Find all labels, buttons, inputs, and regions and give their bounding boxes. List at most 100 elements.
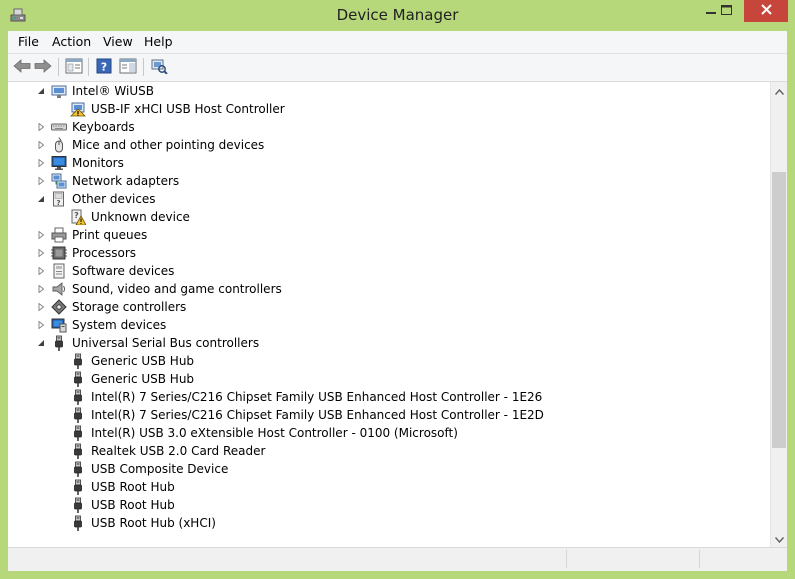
tree-device[interactable]: USB Root Hub bbox=[8, 496, 770, 514]
expand-triangle-icon[interactable] bbox=[36, 230, 46, 240]
help-button[interactable]: ? bbox=[94, 57, 114, 77]
tree-item-label: USB Root Hub bbox=[91, 480, 175, 494]
menu-help[interactable]: Help bbox=[142, 34, 175, 49]
tree-category[interactable]: Software devices bbox=[8, 262, 770, 280]
tree-category[interactable]: Keyboards bbox=[8, 118, 770, 136]
expand-triangle-icon[interactable] bbox=[36, 158, 46, 168]
svg-text:?: ? bbox=[101, 60, 107, 73]
scroll-up-button[interactable] bbox=[771, 82, 787, 99]
tree-item-label: System devices bbox=[72, 318, 167, 332]
tree-device[interactable]: Generic USB Hub bbox=[8, 352, 770, 370]
tree-device[interactable]: Generic USB Hub bbox=[8, 370, 770, 388]
usb-plug-icon bbox=[70, 479, 86, 495]
expand-triangle-icon[interactable] bbox=[36, 284, 46, 294]
tree-category[interactable]: Network adapters bbox=[8, 172, 770, 190]
menu-bar: File Action View Help bbox=[8, 31, 787, 54]
expand-triangle-icon[interactable] bbox=[36, 302, 46, 312]
status-pane bbox=[700, 550, 786, 568]
system-device-icon bbox=[51, 317, 67, 333]
tree-category[interactable]: ? Other devices bbox=[8, 190, 770, 208]
tree-device[interactable]: Intel(R) USB 3.0 eXtensible Host Control… bbox=[8, 424, 770, 442]
usb-plug-icon bbox=[70, 389, 86, 405]
tree-device[interactable]: Intel(R) 7 Series/C216 Chipset Family US… bbox=[8, 406, 770, 424]
network-icon bbox=[51, 173, 67, 189]
tree-category[interactable]: Print queues bbox=[8, 226, 770, 244]
tree-category[interactable]: System devices bbox=[8, 316, 770, 334]
tree-item-label: USB Root Hub bbox=[91, 498, 175, 512]
collapse-triangle-icon[interactable] bbox=[36, 86, 46, 96]
keyboard-icon bbox=[51, 119, 67, 135]
vertical-scrollbar[interactable] bbox=[770, 82, 787, 547]
tree-item-label: Generic USB Hub bbox=[91, 354, 195, 368]
tree-item-label: Processors bbox=[72, 246, 137, 260]
tree-device[interactable]: Realtek USB 2.0 Card Reader bbox=[8, 442, 770, 460]
forward-button[interactable] bbox=[33, 57, 53, 77]
properties-button[interactable] bbox=[64, 57, 84, 77]
menu-view[interactable]: View bbox=[101, 34, 135, 49]
usb-plug-icon bbox=[70, 515, 86, 531]
scan-hardware-icon bbox=[150, 58, 168, 77]
menu-action[interactable]: Action bbox=[50, 34, 93, 49]
expand-triangle-icon[interactable] bbox=[36, 320, 46, 330]
maximize-button[interactable] bbox=[712, 0, 740, 22]
scroll-down-button[interactable] bbox=[771, 530, 787, 547]
warning-device-icon bbox=[70, 101, 86, 117]
chevron-down-icon bbox=[774, 532, 784, 546]
tree-device[interactable]: USB Root Hub (xHCI) bbox=[8, 514, 770, 532]
usb-plug-icon bbox=[70, 425, 86, 441]
device-tree: Intel® WiUSB USB-IF xHCI USB Host Control… bbox=[8, 82, 770, 547]
tree-item-label: Intel(R) 7 Series/C216 Chipset Family US… bbox=[91, 408, 544, 422]
tree-device[interactable]: USB Composite Device bbox=[8, 460, 770, 478]
tree-category[interactable]: Mice and other pointing devices bbox=[8, 136, 770, 154]
tree-category[interactable]: Monitors bbox=[8, 154, 770, 172]
close-icon bbox=[760, 4, 772, 18]
storage-icon bbox=[51, 299, 67, 315]
tree-item-label: USB Root Hub (xHCI) bbox=[91, 516, 216, 530]
tree-item-label: Universal Serial Bus controllers bbox=[72, 336, 260, 350]
expand-triangle-icon[interactable] bbox=[36, 176, 46, 186]
tree-item-label: Intel(R) USB 3.0 eXtensible Host Control… bbox=[91, 426, 458, 440]
scroll-thumb[interactable] bbox=[772, 172, 786, 448]
usb-plug-icon bbox=[70, 497, 86, 513]
status-pane bbox=[567, 550, 700, 568]
tree-item-label: Sound, video and game controllers bbox=[72, 282, 282, 296]
maximize-icon bbox=[720, 4, 732, 18]
software-device-icon bbox=[51, 263, 67, 279]
tree-item-label: Intel® WiUSB bbox=[72, 84, 154, 98]
tree-item-label: USB Composite Device bbox=[91, 462, 229, 476]
scan-hardware-button[interactable] bbox=[149, 57, 169, 77]
tree-item-label: Unknown device bbox=[91, 210, 190, 224]
expand-triangle-icon[interactable] bbox=[36, 140, 46, 150]
details-pane-button[interactable] bbox=[118, 57, 138, 77]
back-button[interactable] bbox=[12, 57, 32, 77]
expand-triangle-icon[interactable] bbox=[36, 248, 46, 258]
tree-device[interactable]: USB-IF xHCI USB Host Controller bbox=[8, 100, 770, 118]
tree-item-label: Print queues bbox=[72, 228, 148, 242]
collapse-triangle-icon[interactable] bbox=[36, 338, 46, 348]
back-arrow-icon bbox=[13, 58, 31, 76]
usb-plug-icon bbox=[70, 407, 86, 423]
usb-plug-icon bbox=[51, 335, 67, 351]
tree-item-label: Network adapters bbox=[72, 174, 180, 188]
title-bar[interactable]: Device Manager bbox=[0, 0, 795, 31]
toolbar-separator bbox=[58, 58, 59, 76]
tree-category[interactable]: Universal Serial Bus controllers bbox=[8, 334, 770, 352]
tree-device[interactable]: Intel(R) 7 Series/C216 Chipset Family US… bbox=[8, 388, 770, 406]
svg-text:?: ? bbox=[74, 211, 79, 220]
tree-category[interactable]: Intel® WiUSB bbox=[8, 82, 770, 100]
tree-category[interactable]: Storage controllers bbox=[8, 298, 770, 316]
tree-device[interactable]: ? Unknown device bbox=[8, 208, 770, 226]
tree-category[interactable]: Processors bbox=[8, 244, 770, 262]
collapse-triangle-icon[interactable] bbox=[36, 194, 46, 204]
speaker-icon bbox=[51, 281, 67, 297]
menu-file[interactable]: File bbox=[16, 34, 41, 49]
window-title: Device Manager bbox=[336, 6, 459, 24]
usb-plug-icon bbox=[70, 443, 86, 459]
tree-item-label: Storage controllers bbox=[72, 300, 187, 314]
tree-device[interactable]: USB Root Hub bbox=[8, 478, 770, 496]
close-button[interactable] bbox=[744, 0, 788, 22]
expand-triangle-icon[interactable] bbox=[36, 266, 46, 276]
usb-plug-icon bbox=[70, 353, 86, 369]
tree-category[interactable]: Sound, video and game controllers bbox=[8, 280, 770, 298]
expand-triangle-icon[interactable] bbox=[36, 122, 46, 132]
